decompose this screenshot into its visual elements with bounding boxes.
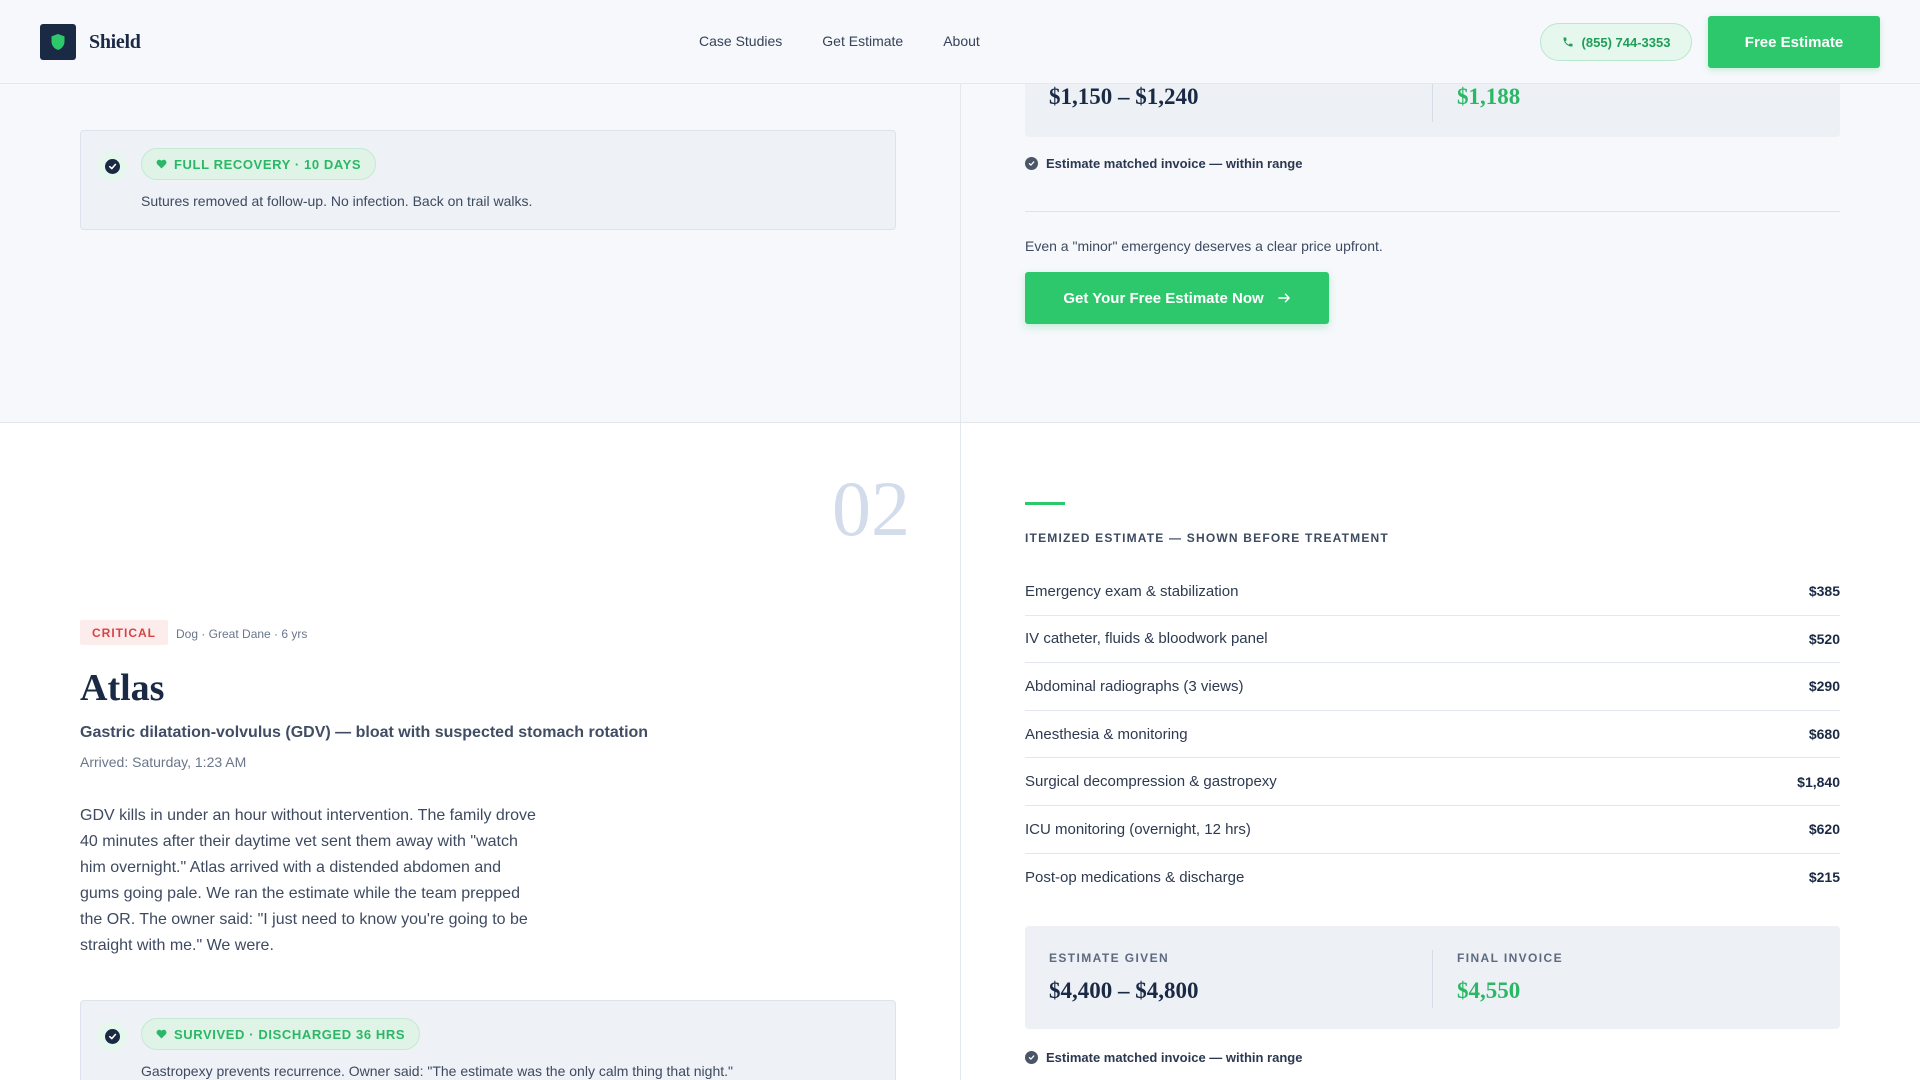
brand-name: Shield — [89, 30, 141, 53]
get-free-estimate-button[interactable]: Get Your Free Estimate Now — [1025, 272, 1329, 324]
line-item-label: Emergency exam & stabilization — [1025, 582, 1239, 600]
arrival-time: Arrived: Saturday, 1:23 AM — [80, 754, 247, 770]
phone-icon — [1563, 37, 1573, 47]
final-invoice-label: FINAL INVOICE — [1457, 951, 1563, 965]
arrow-right-icon — [1277, 290, 1291, 307]
line-item: Emergency exam & stabilization $385 — [1025, 568, 1840, 616]
pet-meta: Dog · Great Dane · 6 yrs — [176, 627, 308, 641]
line-item-amount: $215 — [1808, 869, 1840, 886]
line-item-label: IV catheter, fluids & bloodwork panel — [1025, 630, 1268, 648]
shield-icon — [40, 24, 76, 60]
line-item-label: ICU monitoring (overnight, 12 hrs) — [1025, 820, 1251, 838]
heart-icon — [156, 159, 167, 169]
line-item-amount: $620 — [1808, 821, 1840, 838]
line-item-label: Surgical decompression & gastropexy — [1025, 773, 1277, 791]
line-item: Surgical decompression & gastropexy $1,8… — [1025, 758, 1840, 806]
site-header: Shield Case Studies Get Estimate About (… — [0, 0, 1920, 84]
line-item-amount: $680 — [1808, 726, 1840, 743]
nav-case-studies[interactable]: Case Studies — [699, 33, 782, 49]
line-item-label: Post-op medications & discharge — [1025, 868, 1245, 886]
final-invoice-value: $4,550 — [1457, 978, 1521, 1003]
line-item-amount: $385 — [1808, 583, 1840, 600]
accent-bar — [1025, 502, 1065, 505]
estimate-match-note: Estimate matched invoice — within range — [1025, 1050, 1302, 1065]
case-number: 02 — [832, 465, 910, 552]
outcome-description: Gastropexy prevents recurrence. Owner sa… — [141, 1063, 733, 1079]
line-item: IV catheter, fluids & bloodwork panel $5… — [1025, 616, 1840, 664]
main-nav: Case Studies Get Estimate About — [699, 33, 1020, 49]
line-item: Abdominal radiographs (3 views) $290 — [1025, 663, 1840, 711]
outcome-description: Sutures removed at follow-up. No infecti… — [141, 193, 533, 209]
phone-button[interactable]: (855) 744-3353 — [1540, 23, 1692, 61]
line-item-label: Abdominal radiographs (3 views) — [1025, 677, 1244, 695]
line-item-label: Anesthesia & monitoring — [1025, 725, 1188, 743]
outcome-card: FULL RECOVERY · 10 DAYS Sutures removed … — [80, 130, 896, 230]
pitch-text: Even a "minor" emergency deserves a clea… — [1025, 238, 1383, 254]
outcome-badge: FULL RECOVERY · 10 DAYS — [141, 148, 377, 180]
estimate-given-value: $1,150 – $1,240 — [1049, 84, 1199, 109]
line-item-amount: $1,840 — [1797, 773, 1840, 790]
check-circle-icon — [97, 151, 127, 181]
brand-logo[interactable]: Shield — [40, 24, 141, 60]
estimate-given-value: $4,400 – $4,800 — [1049, 978, 1199, 1003]
heart-icon — [156, 1029, 167, 1039]
estimate-given-label: ESTIMATE GIVEN — [1049, 951, 1170, 965]
nav-about[interactable]: About — [943, 33, 980, 49]
final-invoice-value: $1,188 — [1457, 84, 1521, 109]
column-divider — [960, 0, 961, 1080]
check-circle-icon — [97, 1021, 127, 1051]
estimate-heading: ITEMIZED ESTIMATE — SHOWN BEFORE TREATME… — [1025, 531, 1389, 545]
divider — [1025, 211, 1840, 212]
outcome-badge: SURVIVED · DISCHARGED 36 HRS — [141, 1018, 421, 1050]
itemized-estimate-list: Emergency exam & stabilization $385 IV c… — [1025, 568, 1840, 901]
nav-get-estimate[interactable]: Get Estimate — [822, 33, 903, 49]
line-item: Post-op medications & discharge $215 — [1025, 854, 1840, 902]
line-item-amount: $290 — [1808, 678, 1840, 695]
estimate-match-note: Estimate matched invoice — within range — [1025, 156, 1302, 171]
outcome-card: SURVIVED · DISCHARGED 36 HRS Gastropexy … — [80, 1000, 896, 1080]
diagnosis: Gastric dilatation-volvulus (GDV) — bloa… — [80, 724, 649, 741]
case-story: GDV kills in under an hour without inter… — [80, 807, 536, 954]
line-item: Anesthesia & monitoring $680 — [1025, 711, 1840, 759]
line-item: ICU monitoring (overnight, 12 hrs) $620 — [1025, 806, 1840, 854]
free-estimate-button[interactable]: Free Estimate — [1708, 16, 1880, 68]
check-circle-icon — [1025, 1051, 1038, 1064]
severity-badge: CRITICAL — [80, 620, 168, 645]
estimate-summary-card: ESTIMATE GIVEN $4,400 – $4,800 FINAL INV… — [1025, 926, 1840, 1029]
line-item-amount: $520 — [1808, 630, 1840, 647]
pet-name: Atlas — [80, 667, 165, 709]
check-circle-icon — [1025, 157, 1038, 170]
